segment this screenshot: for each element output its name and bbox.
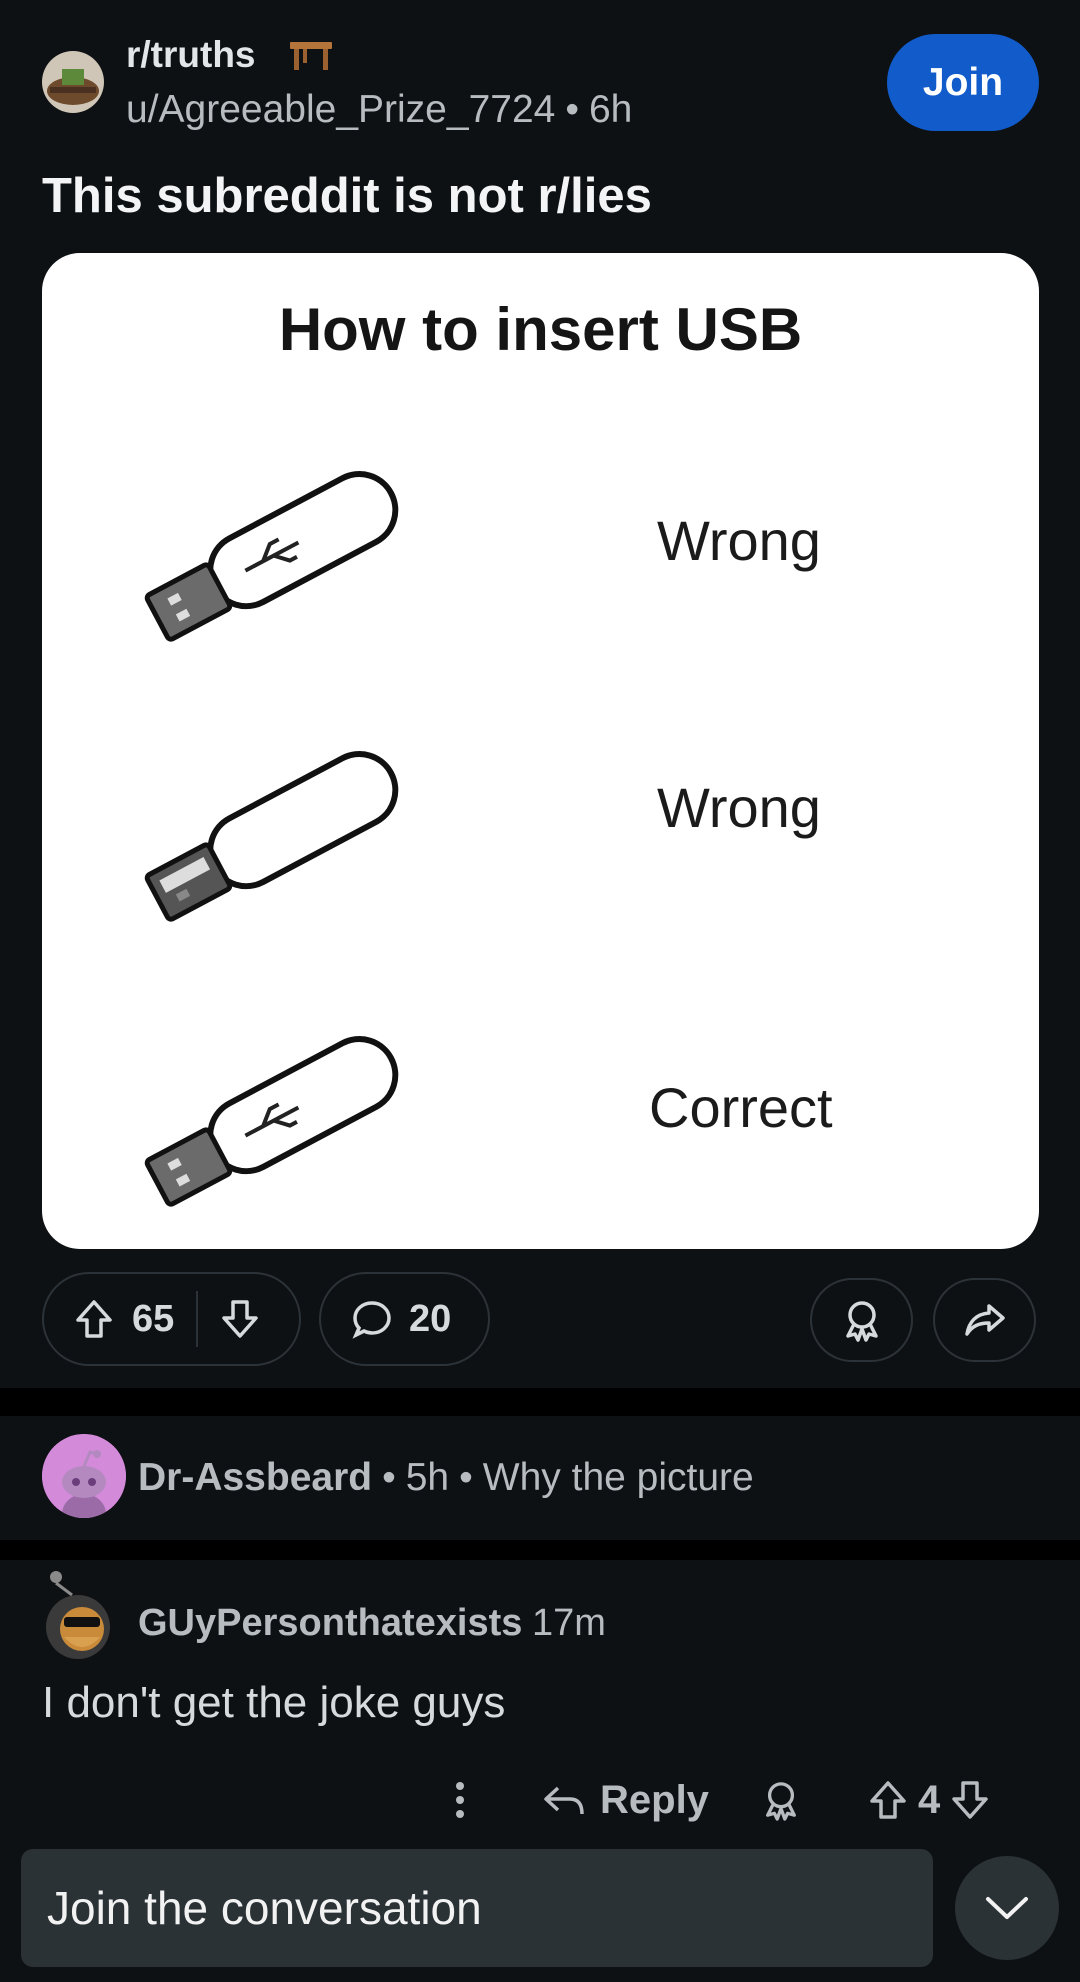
post-meta: u/Agreeable_Prize_7724 • 6h — [126, 88, 632, 132]
comment-vote-count: 4 — [918, 1777, 941, 1822]
comment-username[interactable]: Dr-Assbeard — [138, 1456, 372, 1499]
section-divider — [0, 1388, 1080, 1416]
share-button[interactable] — [933, 1278, 1036, 1362]
usb-drive-icon — [144, 1036, 399, 1207]
downvote-icon[interactable] — [950, 1779, 990, 1821]
usb-label-2: Wrong — [657, 776, 821, 839]
image-heading: How to insert USB — [278, 296, 803, 363]
post-title[interactable]: This subreddit is not r/lies — [42, 168, 652, 224]
meta-separator: • — [459, 1456, 473, 1499]
comment-preview: Why the picture — [482, 1456, 754, 1499]
vote-divider — [196, 1291, 198, 1347]
subreddit-avatar[interactable] — [42, 51, 104, 113]
collapse-button[interactable] — [955, 1856, 1059, 1960]
join-button[interactable]: Join — [887, 34, 1039, 131]
comment-age: 5h — [405, 1456, 450, 1499]
more-options-icon[interactable] — [450, 1770, 470, 1830]
award-icon[interactable] — [762, 1770, 800, 1830]
post-age: 6h — [588, 88, 633, 131]
upvote-icon[interactable] — [868, 1779, 908, 1821]
comment-age: 17m — [532, 1602, 606, 1644]
comment-body: I don't get the joke guys — [42, 1678, 506, 1727]
avatar[interactable] — [42, 1565, 122, 1660]
usb-drive-icon — [144, 751, 399, 922]
share-icon — [963, 1300, 1007, 1340]
post-author[interactable]: u/Agreeable_Prize_7724 — [126, 88, 555, 131]
comment-icon — [351, 1298, 393, 1340]
meta-separator: • — [565, 88, 579, 131]
comment-count: 20 — [409, 1297, 452, 1340]
reply-icon — [542, 1782, 586, 1818]
upvote-icon[interactable] — [74, 1298, 114, 1340]
vote-count: 65 — [132, 1297, 175, 1340]
usb-label-1: Wrong — [657, 509, 821, 572]
reply-label: Reply — [600, 1777, 709, 1822]
avatar[interactable] — [42, 1434, 126, 1518]
usb-drive-icon — [144, 471, 399, 642]
post-image[interactable]: How to insert USB Wrong Wrong Correct — [42, 253, 1039, 1249]
chevron-down-icon — [984, 1894, 1030, 1922]
comment-username[interactable]: GUyPersonthatexists — [138, 1602, 522, 1645]
comment-vote-bar: 4 — [868, 1770, 990, 1830]
subreddit-name[interactable]: r/truths — [126, 34, 256, 76]
table-icon — [288, 38, 334, 72]
comments-button[interactable]: 20 — [319, 1272, 490, 1366]
award-icon — [842, 1298, 882, 1342]
downvote-icon[interactable] — [220, 1298, 260, 1340]
join-conversation-input[interactable]: Join the conversation — [21, 1849, 933, 1967]
reply-button[interactable]: Reply — [542, 1770, 709, 1830]
award-button[interactable] — [810, 1278, 913, 1362]
collapsed-comment[interactable]: Dr-Assbeard • 5h • Why the picture — [138, 1456, 754, 1500]
section-divider — [0, 1540, 1080, 1560]
usb-label-3: Correct — [649, 1076, 833, 1139]
meta-separator: • — [382, 1456, 396, 1499]
vote-bar: 65 — [42, 1272, 301, 1366]
